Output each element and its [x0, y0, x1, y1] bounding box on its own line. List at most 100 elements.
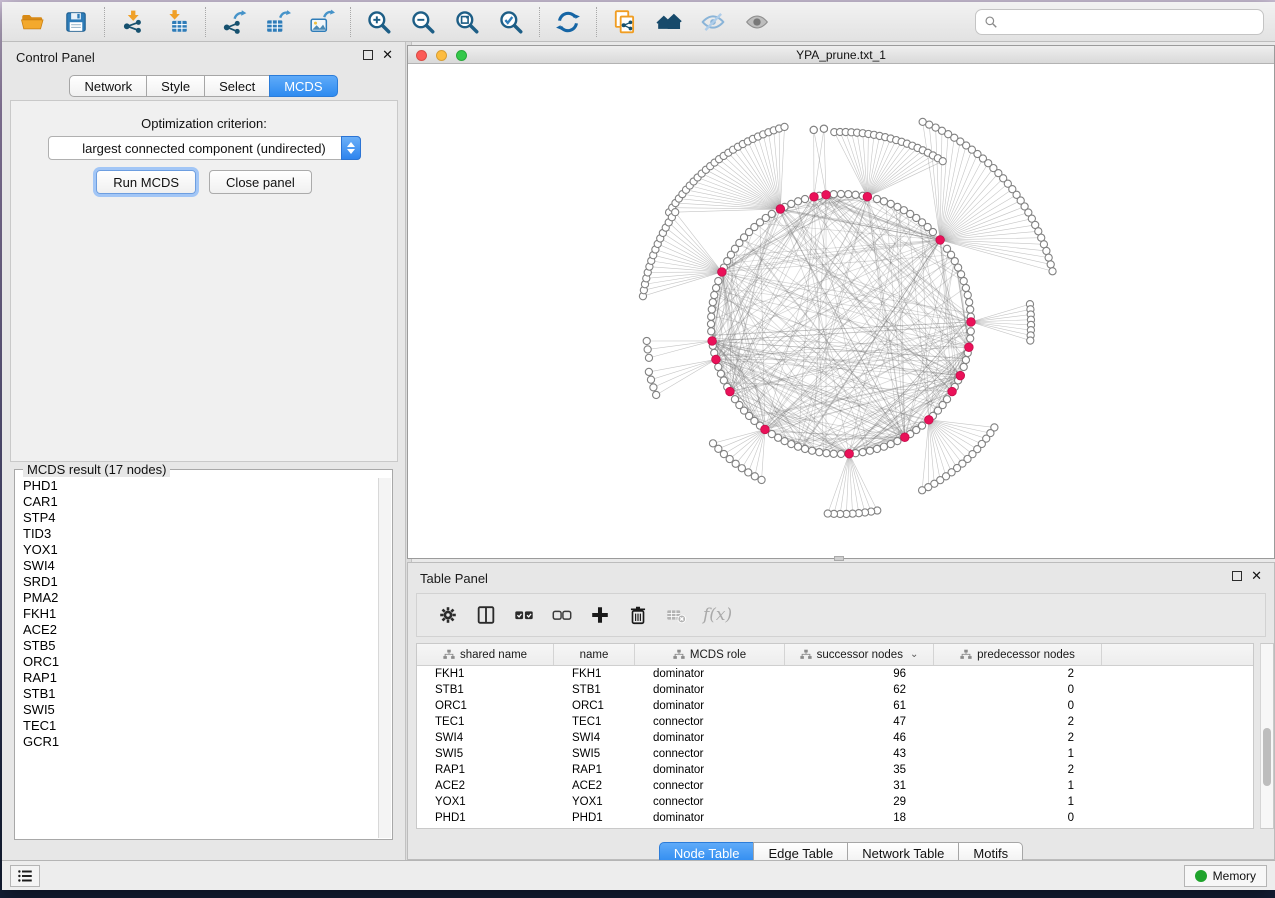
duplicate-network-icon[interactable] — [610, 7, 640, 37]
mcds-result-item[interactable]: ACE2 — [16, 622, 378, 638]
search-input[interactable] — [998, 12, 1263, 32]
mcds-result-item[interactable]: SWI5 — [16, 702, 378, 718]
control-panel-tabs: NetworkStyleSelectMCDS — [2, 75, 405, 97]
horizontal-split-grip[interactable] — [834, 556, 844, 561]
save-session-icon[interactable] — [61, 7, 91, 37]
table-row[interactable]: TEC1TEC1connector472 — [417, 714, 1253, 730]
mcds-result-item[interactable]: STB1 — [16, 686, 378, 702]
status-bar: Memory — [2, 860, 1275, 890]
cell-shared-name: RAP1 — [417, 764, 554, 776]
select-all-icon[interactable] — [511, 602, 537, 628]
open-file-icon[interactable] — [17, 7, 47, 37]
task-history-button[interactable] — [10, 865, 40, 887]
cell-MCDS-role: dominator — [635, 812, 785, 824]
mcds-result-item[interactable]: SRD1 — [16, 574, 378, 590]
tab-select[interactable]: Select — [204, 75, 270, 97]
mcds-result-item[interactable]: TEC1 — [16, 718, 378, 734]
hide-graphics-icon[interactable] — [698, 7, 728, 37]
mcds-result-item[interactable]: ORC1 — [16, 654, 378, 670]
table-row[interactable]: PHD1PHD1dominator180 — [417, 810, 1253, 826]
zoom-selected-icon[interactable] — [496, 7, 526, 37]
cell-predecessor-nodes: 0 — [934, 684, 1102, 696]
cell-MCDS-role: dominator — [635, 700, 785, 712]
cell-predecessor-nodes: 2 — [934, 668, 1102, 680]
criterion-select[interactable]: largest connected component (undirected) — [48, 136, 361, 160]
tab-mcds[interactable]: MCDS — [269, 75, 337, 97]
mcds-result-list[interactable]: PHD1CAR1STP4TID3YOX1SWI4SRD1PMA2FKH1ACE2… — [16, 478, 378, 838]
refresh-icon[interactable] — [553, 7, 583, 37]
close-table-panel-icon[interactable]: ✕ — [1251, 571, 1262, 581]
float-panel-icon[interactable] — [363, 50, 373, 60]
mcds-result-item[interactable]: CAR1 — [16, 494, 378, 510]
column-visibility-icon[interactable] — [473, 602, 499, 628]
show-graphics-icon[interactable] — [742, 7, 772, 37]
tab-style[interactable]: Style — [146, 75, 205, 97]
mcds-result-item[interactable]: RAP1 — [16, 670, 378, 686]
import-table-icon[interactable] — [162, 7, 192, 37]
cell-name: PHD1 — [554, 812, 635, 824]
cell-MCDS-role: connector — [635, 748, 785, 760]
table-row[interactable]: SWI5SWI5connector431 — [417, 746, 1253, 762]
tab-network[interactable]: Network — [69, 75, 147, 97]
zoom-fit-icon[interactable] — [452, 7, 482, 37]
close-panel-button[interactable]: Close panel — [209, 170, 312, 194]
column-header-name[interactable]: name — [554, 644, 635, 665]
mcds-result-item[interactable]: FKH1 — [16, 606, 378, 622]
cell-shared-name: ORC1 — [417, 700, 554, 712]
search-field[interactable] — [975, 9, 1264, 35]
mcds-result-item[interactable]: GCR1 — [16, 734, 378, 750]
table-row[interactable]: YOX1YOX1connector291 — [417, 794, 1253, 810]
select-stepper-icon — [341, 136, 361, 160]
mcds-result-item[interactable]: STP4 — [16, 510, 378, 526]
delete-column-icon[interactable] — [625, 602, 651, 628]
window-minimize-icon[interactable] — [436, 50, 447, 61]
import-network-icon[interactable] — [118, 7, 148, 37]
column-header-shared-name[interactable]: shared name — [417, 644, 554, 665]
column-header-predecessor-nodes[interactable]: predecessor nodes — [934, 644, 1102, 665]
mcds-result-item[interactable]: PMA2 — [16, 590, 378, 606]
first-neighbors-icon[interactable] — [654, 7, 684, 37]
network-view-window: YPA_prune.txt_1 — [407, 45, 1275, 559]
mcds-result-item[interactable]: PHD1 — [16, 478, 378, 494]
export-image-icon[interactable] — [307, 7, 337, 37]
mcds-result-item[interactable]: STB5 — [16, 638, 378, 654]
unselect-all-icon[interactable] — [549, 602, 575, 628]
float-table-panel-icon[interactable] — [1232, 571, 1242, 581]
table-row[interactable]: FKH1FKH1dominator962 — [417, 666, 1253, 682]
table-row[interactable]: STB1STB1dominator620 — [417, 682, 1253, 698]
table-toolbar: f(x) — [416, 593, 1266, 637]
zoom-in-icon[interactable] — [364, 7, 394, 37]
column-header-MCDS-role[interactable]: MCDS role — [635, 644, 785, 665]
export-network-icon[interactable] — [219, 7, 249, 37]
node-table-body: FKH1FKH1dominator962STB1STB1dominator620… — [417, 666, 1253, 826]
export-table-icon[interactable] — [263, 7, 293, 37]
cell-name: ACE2 — [554, 780, 635, 792]
mcds-result-item[interactable]: YOX1 — [16, 542, 378, 558]
window-maximize-icon[interactable] — [456, 50, 467, 61]
mcds-result-item[interactable]: SWI4 — [16, 558, 378, 574]
table-options-gear-icon[interactable] — [435, 602, 461, 628]
zoom-out-icon[interactable] — [408, 7, 438, 37]
window-close-icon[interactable] — [416, 50, 427, 61]
run-mcds-button[interactable]: Run MCDS — [96, 170, 196, 194]
close-panel-icon[interactable]: ✕ — [382, 50, 393, 60]
main-toolbar — [2, 2, 1275, 42]
table-row[interactable]: RAP1RAP1dominator352 — [417, 762, 1253, 778]
cell-predecessor-nodes: 2 — [934, 732, 1102, 744]
control-panel: Control Panel ✕ NetworkStyleSelectMCDS O… — [2, 42, 405, 862]
mcds-result-item[interactable]: TID3 — [16, 526, 378, 542]
table-row[interactable]: ACE2ACE2connector311 — [417, 778, 1253, 794]
table-row[interactable]: ORC1ORC1dominator610 — [417, 698, 1253, 714]
memory-button[interactable]: Memory — [1184, 865, 1267, 887]
table-row[interactable]: SWI4SWI4dominator462 — [417, 730, 1253, 746]
cell-successor-nodes: 31 — [785, 780, 934, 792]
cell-shared-name: YOX1 — [417, 796, 554, 808]
table-scrollbar[interactable] — [1260, 643, 1274, 829]
network-window-titlebar[interactable]: YPA_prune.txt_1 — [408, 46, 1274, 64]
table-scrollbar-thumb[interactable] — [1263, 728, 1271, 786]
mcds-list-scrollbar[interactable] — [378, 478, 391, 838]
network-canvas[interactable] — [408, 64, 1274, 558]
toolbar-separator — [539, 7, 540, 37]
column-header-successor-nodes[interactable]: successor nodes⌄ — [785, 644, 934, 665]
add-column-icon[interactable] — [587, 602, 613, 628]
